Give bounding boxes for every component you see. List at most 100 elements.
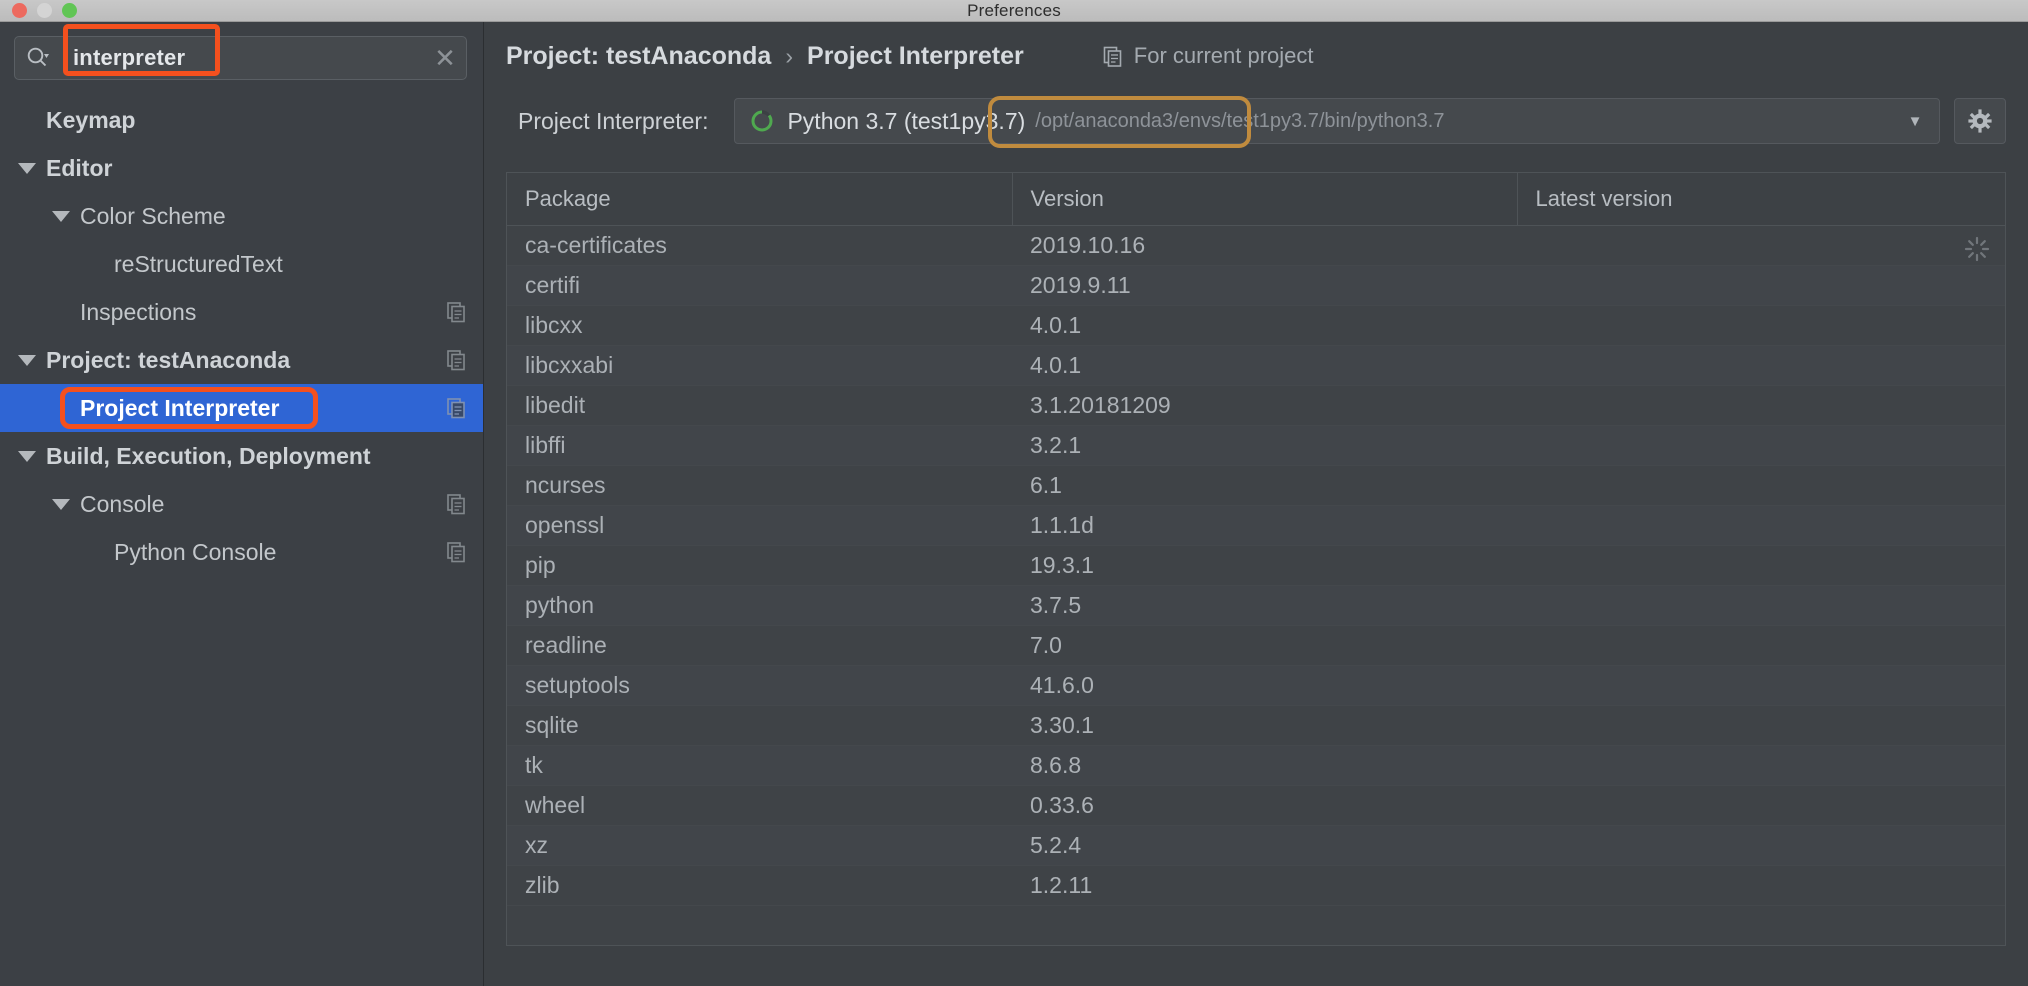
table-row[interactable]: libedit 3.1.20181209 <box>507 385 2005 426</box>
column-header-latest-version[interactable]: Latest version <box>1517 173 2005 226</box>
cell-version: 5.2.4 <box>1012 825 1517 866</box>
window-body: interpreter ✕ Keymap Editor Color Scheme re… <box>0 22 2028 986</box>
cell-version: 2019.9.11 <box>1012 265 1517 306</box>
for-current-project-label: For current project <box>1102 43 1314 69</box>
sidebar-item-label: Project: testAnaconda <box>46 346 291 373</box>
gear-icon <box>1967 108 1993 134</box>
cell-latest-version <box>1517 345 2005 386</box>
chevron-down-icon[interactable]: ▼ <box>1897 113 1933 130</box>
cell-version: 8.6.8 <box>1012 745 1517 786</box>
preferences-window: Preferences interpreter ✕ Keymap Editor … <box>0 0 2028 986</box>
sidebar-item-label: Keymap <box>46 106 136 133</box>
cell-latest-version <box>1517 585 2005 626</box>
copy-icon <box>445 396 469 420</box>
table-row[interactable]: python 3.7.5 <box>507 585 2005 626</box>
sidebar-item-label: Python Console <box>114 538 277 565</box>
interpreter-settings-button[interactable] <box>1954 98 2006 144</box>
chevron-down-icon[interactable] <box>18 354 36 366</box>
table-row[interactable]: ca-certificates 2019.10.16 <box>507 225 2005 266</box>
cell-version: 4.0.1 <box>1012 345 1517 386</box>
table-row[interactable]: sqlite 3.30.1 <box>507 705 2005 746</box>
cell-version: 3.30.1 <box>1012 705 1517 746</box>
table-row[interactable]: ncurses 6.1 <box>507 465 2005 506</box>
table-row[interactable]: pip 19.3.1 <box>507 545 2005 586</box>
cell-package: libffi <box>507 425 1012 466</box>
interpreter-name: Python 3.7 (test1py3.7) <box>787 107 1026 134</box>
table-row[interactable]: xz 5.2.4 <box>507 825 2005 866</box>
cell-version: 2019.10.16 <box>1012 225 1517 266</box>
cell-version: 0.33.6 <box>1012 785 1517 826</box>
cell-package: wheel <box>507 785 1012 826</box>
sidebar-item-console[interactable]: Console <box>0 480 483 528</box>
interpreter-row: Project Interpreter: Python 3.7 (test1py… <box>484 90 2028 152</box>
sidebar-item-restructuredtext[interactable]: reStructuredText <box>0 240 483 288</box>
sidebar-item-keymap[interactable]: Keymap <box>0 96 483 144</box>
packages-table-body: ca-certificates 2019.10.16 certifi 2019.9.1… <box>507 225 2005 906</box>
sidebar-item-build-execution-deployment[interactable]: Build, Execution, Deployment <box>0 432 483 480</box>
sidebar-item-label: Editor <box>46 154 113 181</box>
table-row[interactable]: zlib 1.2.11 <box>507 865 2005 906</box>
table-row[interactable]: setuptools 41.6.0 <box>507 665 2005 706</box>
cell-package: xz <box>507 825 1012 866</box>
cell-version: 19.3.1 <box>1012 545 1517 586</box>
sidebar-item-project-interpreter[interactable]: Project Interpreter <box>0 384 483 432</box>
cell-package: sqlite <box>507 705 1012 746</box>
cell-latest-version <box>1517 225 2005 266</box>
interpreter-label: Project Interpreter: <box>518 107 709 134</box>
cell-version: 1.1.1d <box>1012 505 1517 546</box>
column-header-version[interactable]: Version <box>1012 173 1518 226</box>
interpreter-path: /opt/anaconda3/envs/test1py3.7/bin/pytho… <box>1035 109 1445 132</box>
column-header-package[interactable]: Package <box>507 173 1013 226</box>
cell-latest-version <box>1517 825 2005 866</box>
page-title: Project Interpreter <box>807 41 1024 70</box>
cell-version: 7.0 <box>1012 625 1517 666</box>
copy-icon <box>445 300 469 324</box>
packages-table: Package Version Latest version ca-certif… <box>507 173 2005 906</box>
chevron-down-icon[interactable] <box>18 450 36 462</box>
cell-latest-version <box>1517 425 2005 466</box>
cell-latest-version <box>1517 665 2005 706</box>
python-env-icon <box>749 108 775 134</box>
cell-version: 3.7.5 <box>1012 585 1517 626</box>
sidebar-item-editor[interactable]: Editor <box>0 144 483 192</box>
sidebar-item-python-console[interactable]: Python Console <box>0 528 483 576</box>
cell-latest-version <box>1517 545 2005 586</box>
sidebar-item-label: Project Interpreter <box>80 394 280 421</box>
table-row[interactable]: libffi 3.2.1 <box>507 425 2005 466</box>
cell-version: 6.1 <box>1012 465 1517 506</box>
table-row[interactable]: readline 7.0 <box>507 625 2005 666</box>
cell-version: 3.1.20181209 <box>1012 385 1517 426</box>
search-box[interactable]: interpreter ✕ <box>14 24 467 80</box>
sidebar-item-color-scheme[interactable]: Color Scheme <box>0 192 483 240</box>
cell-latest-version <box>1517 465 2005 506</box>
chevron-down-icon[interactable] <box>52 498 70 510</box>
cell-package: readline <box>507 625 1012 666</box>
sidebar-item-label: Console <box>80 490 165 517</box>
cell-latest-version <box>1517 305 2005 346</box>
cell-package: python <box>507 585 1012 626</box>
sidebar-item-inspections[interactable]: Inspections <box>0 288 483 336</box>
table-row[interactable]: wheel 0.33.6 <box>507 785 2005 826</box>
table-row[interactable]: certifi 2019.9.11 <box>507 265 2005 306</box>
copy-icon <box>445 492 469 516</box>
breadcrumb: Project: testAnaconda › Project Interpre… <box>484 22 2028 90</box>
interpreter-select[interactable]: Python 3.7 (test1py3.7) /opt/anaconda3/e… <box>734 98 1940 144</box>
cell-package: libedit <box>507 385 1012 426</box>
breadcrumb-parent[interactable]: Project: testAnaconda <box>506 42 771 71</box>
cell-latest-version <box>1517 745 2005 786</box>
cell-version: 4.0.1 <box>1012 305 1517 346</box>
sidebar-item-project-testanaconda[interactable]: Project: testAnaconda <box>0 336 483 384</box>
table-header-row: Package Version Latest version <box>507 173 2005 226</box>
search-input[interactable]: interpreter <box>51 45 424 71</box>
chevron-down-icon[interactable] <box>18 162 36 174</box>
chevron-down-icon[interactable] <box>52 210 70 222</box>
close-icon[interactable]: ✕ <box>424 45 466 71</box>
table-row[interactable]: libcxxabi 4.0.1 <box>507 345 2005 386</box>
table-row[interactable]: tk 8.6.8 <box>507 745 2005 786</box>
table-row[interactable]: libcxx 4.0.1 <box>507 305 2005 346</box>
cell-version: 3.2.1 <box>1012 425 1517 466</box>
cell-package: openssl <box>507 505 1012 546</box>
window-titlebar: Preferences <box>0 0 2028 22</box>
cell-package: pip <box>507 545 1012 586</box>
table-row[interactable]: openssl 1.1.1d <box>507 505 2005 546</box>
